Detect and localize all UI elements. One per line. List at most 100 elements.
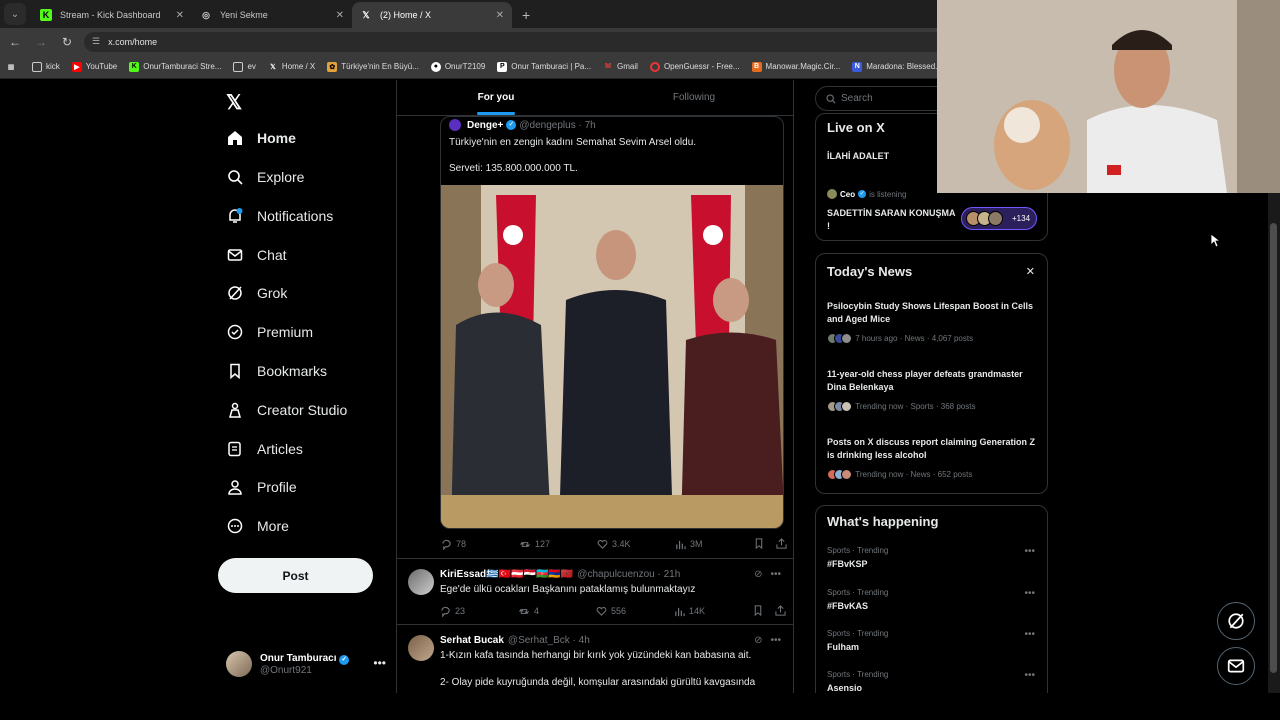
url-bar[interactable]: ☰ x.com/home [84, 31, 944, 52]
views-button[interactable]: 3M [675, 539, 753, 550]
forward-icon[interactable]: → [30, 35, 52, 49]
feed-tabs: For you Following [397, 80, 793, 116]
view-count: 3M [690, 539, 703, 549]
new-tab-button[interactable]: + [522, 7, 530, 23]
bookmark-gmail[interactable]: M Gmail [603, 62, 638, 72]
nav-more[interactable]: More [226, 514, 289, 538]
repost-button[interactable]: 127 [519, 539, 597, 550]
avatar[interactable] [408, 635, 434, 661]
author-handle[interactable]: @Serhat_Bck [508, 635, 570, 646]
browser-tab-kick[interactable]: K Stream - Kick Dashboard ✕ [32, 2, 192, 28]
avatar [226, 651, 252, 677]
news-headline[interactable]: Psilocybin Study Shows Lifespan Boost in… [827, 300, 1037, 326]
reply-button[interactable]: 78 [441, 539, 519, 550]
bookmark-maradona[interactable]: N Maradona: Blessed... [852, 61, 942, 72]
trend-name[interactable]: Fulham [827, 642, 859, 652]
listeners-pill[interactable]: +134 [961, 207, 1037, 230]
close-tab-icon[interactable]: ✕ [496, 10, 504, 21]
more-icon[interactable]: ••• [1024, 670, 1035, 681]
repost-button[interactable]: 4 [518, 606, 596, 617]
nav-premium[interactable]: Premium [226, 320, 313, 344]
tab-search-button[interactable]: ⌄ [4, 3, 26, 25]
avatar[interactable] [408, 569, 434, 595]
tweet[interactable]: KiriEssad🇬🇷🇹🇷🇦🇹🇪🇬🇦🇿🇦🇲🇲🇦 @chapulcuenzou ·… [397, 558, 793, 622]
nav-creator-studio[interactable]: Creator Studio [226, 398, 347, 422]
close-tab-icon[interactable]: ✕ [176, 10, 184, 21]
author-name[interactable]: KiriEssad🇬🇷🇹🇷🇦🇹🇪🇬🇦🇿🇦🇲🇲🇦 [440, 569, 573, 580]
bookmark-kick-stream[interactable]: K OnurTamburaci Stre... [129, 61, 222, 72]
back-icon[interactable]: ← [4, 35, 26, 49]
share-icon[interactable] [775, 604, 786, 618]
grok-icon[interactable]: ⊘ [754, 635, 762, 646]
account-switcher[interactable]: Onur Tamburacı ✓ @Onurt921 ••• [226, 647, 386, 681]
share-icon[interactable] [776, 537, 787, 551]
nav-articles[interactable]: Articles [226, 437, 303, 461]
page-scrollbar[interactable] [1268, 193, 1280, 693]
bookmark-turkiye[interactable]: ✿ Türkiye'nin En Büyü... [327, 61, 419, 72]
post-time[interactable]: · 4h [573, 635, 590, 646]
more-icon[interactable]: ••• [373, 656, 386, 670]
bookmark-github[interactable]: ● OnurT2109 [430, 61, 485, 72]
post-time[interactable]: · 7h [579, 120, 596, 131]
reply-button[interactable]: 23 [440, 606, 518, 617]
site-info-icon[interactable]: ☰ [92, 36, 100, 47]
more-icon[interactable]: ••• [1024, 588, 1035, 599]
live-space-title[interactable]: İLAHİ ADALET [827, 151, 889, 161]
nav-explore[interactable]: Explore [226, 165, 304, 189]
nav-notifications[interactable]: Notifications [226, 204, 333, 228]
nav-grok[interactable]: Grok [226, 281, 287, 305]
close-icon[interactable]: ✕ [1026, 265, 1035, 278]
apps-icon[interactable]: ▦ [6, 62, 20, 72]
grok-float-button[interactable] [1217, 602, 1255, 640]
news-headline[interactable]: 11-year-old chess player defeats grandma… [827, 368, 1037, 394]
bookmark-icon[interactable] [754, 537, 764, 551]
author-handle[interactable]: @chapulcuenzou [577, 569, 654, 580]
tab-for-you[interactable]: For you [397, 80, 595, 115]
author-name[interactable]: Denge+ [467, 120, 503, 131]
bookmark-home-x[interactable]: 𝕏 Home / X [268, 62, 315, 72]
bookmark-kick[interactable]: kick [32, 61, 60, 72]
more-icon[interactable]: ••• [1024, 546, 1035, 557]
scrollbar-thumb[interactable] [1270, 223, 1277, 673]
post-button[interactable]: Post [218, 558, 373, 593]
quoted-post[interactable]: Denge+ ✓ @dengeplus · 7h Türkiye'nin en … [440, 116, 784, 529]
like-button[interactable]: 556 [596, 606, 674, 617]
views-button[interactable]: 14K [674, 606, 752, 617]
trend-name[interactable]: Asensio [827, 683, 862, 693]
heart-icon [596, 606, 607, 616]
bookmark-label: OnurTamburaci Stre... [143, 62, 222, 71]
trend-name[interactable]: #FBvKAS [827, 601, 868, 611]
post-image[interactable] [441, 185, 783, 528]
nav-chat[interactable]: Chat [226, 243, 287, 267]
live-space-title[interactable]: SADETTİN SARAN KONUŞMA ! [827, 207, 957, 233]
like-button[interactable]: 3.4K [597, 539, 675, 550]
browser-tab-new[interactable]: ◎ Yeni Sekme ✕ [192, 2, 352, 28]
premium-badge-icon [226, 323, 244, 341]
bookmark-patreon[interactable]: P Onur Tamburaci | Pa... [497, 61, 591, 72]
x-logo-icon[interactable]: 𝕏 [226, 90, 242, 115]
news-headline[interactable]: Posts on X discuss report claiming Gener… [827, 436, 1037, 462]
close-tab-icon[interactable]: ✕ [336, 10, 344, 21]
tab-following[interactable]: Following [595, 80, 793, 115]
nav-profile[interactable]: Profile [226, 475, 297, 499]
webcam-illustration [937, 0, 1280, 193]
bookmark-ev[interactable]: ev [233, 61, 256, 72]
nav-home[interactable]: Home [226, 126, 296, 150]
post-time[interactable]: · 21h [658, 569, 681, 580]
author-name[interactable]: Serhat Bucak [440, 635, 504, 646]
author-handle[interactable]: @dengeplus [519, 120, 575, 131]
grok-icon[interactable]: ⊘ [754, 569, 762, 580]
more-icon[interactable]: ••• [1024, 629, 1035, 640]
bookmark-openguessr[interactable]: OpenGuessr - Free... [649, 61, 740, 72]
reload-icon[interactable]: ↻ [56, 35, 78, 49]
bookmark-manowar[interactable]: B Manowar.Magic.Cir... [751, 61, 840, 72]
nav-bookmarks[interactable]: Bookmarks [226, 359, 327, 383]
tweet[interactable]: Serhat Bucak @Serhat_Bck · 4h ⊘ ••• 1-Kız… [397, 624, 793, 693]
bookmark-youtube[interactable]: ▶ YouTube [71, 61, 117, 72]
more-icon[interactable]: ••• [770, 635, 781, 646]
bookmark-icon[interactable] [753, 604, 763, 618]
messages-float-button[interactable] [1217, 647, 1255, 685]
more-icon[interactable]: ••• [770, 569, 781, 580]
trend-name[interactable]: #FBvKSP [827, 559, 868, 569]
browser-tab-x[interactable]: 𝕏 (2) Home / X ✕ [352, 2, 512, 28]
